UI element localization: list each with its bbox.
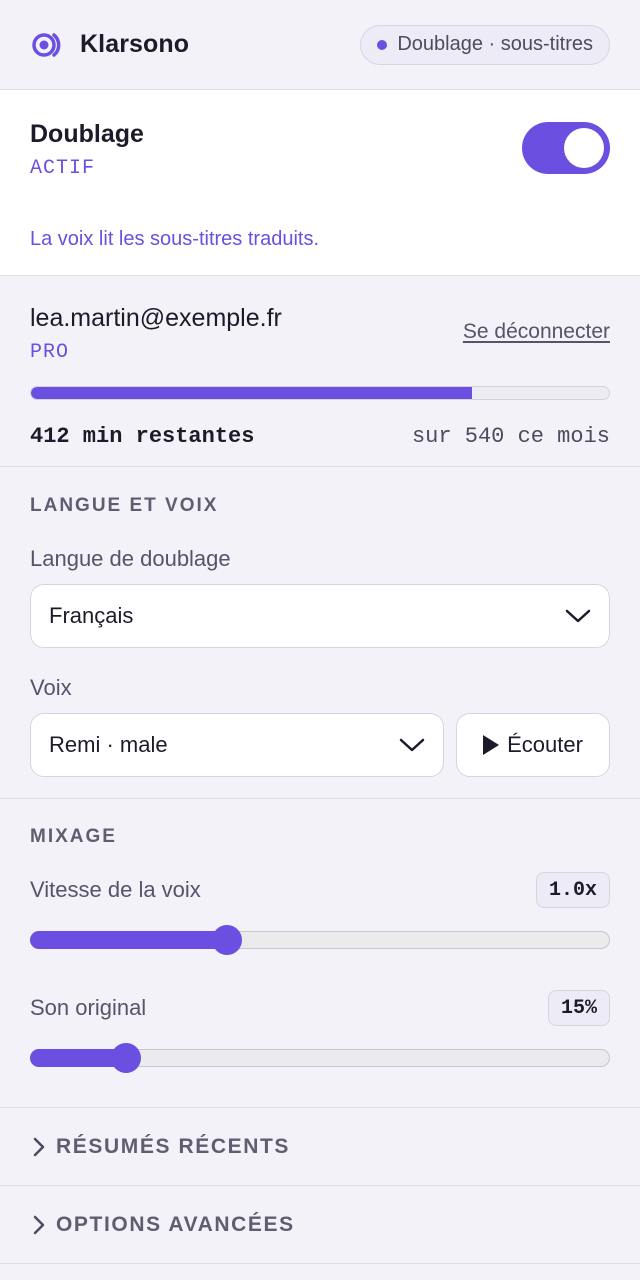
original-sound-value-badge: 15% — [547, 990, 610, 1026]
account-section: lea.martin@exemple.fr PRO Se déconnecter… — [0, 276, 640, 467]
chevron-right-icon — [33, 1215, 45, 1234]
recent-summaries-label: RÉSUMÉS RÉCENTS — [56, 1134, 291, 1158]
speed-label: Vitesse de la voix — [30, 877, 201, 902]
minutes-remaining: 412 min restantes — [30, 424, 255, 449]
mix-section: MIXAGE Vitesse de la voix 1.0x Son origi… — [0, 799, 640, 1108]
advanced-options-toggle[interactable]: OPTIONS AVANCÉES — [0, 1186, 640, 1264]
original-sound-label: Son original — [30, 995, 147, 1020]
status-badge: Doublage · sous-titres — [360, 24, 610, 65]
voice-select[interactable]: Remi · male — [30, 713, 444, 777]
original-sound-slider-thumb[interactable] — [110, 1043, 141, 1073]
status-label: Doublage · sous-titres — [397, 33, 593, 55]
toggle-knob — [564, 128, 604, 168]
original-sound-slider[interactable] — [30, 1043, 610, 1073]
minutes-progress-fill — [31, 387, 472, 399]
language-select[interactable]: Français — [30, 584, 610, 648]
dubbing-toggle[interactable] — [522, 122, 610, 174]
play-icon — [483, 735, 500, 755]
speed-slider[interactable] — [30, 925, 610, 955]
minutes-progress-bar — [30, 386, 610, 400]
chevron-down-icon — [565, 609, 591, 623]
language-label: Langue de doublage — [30, 546, 231, 571]
dubbing-description: La voix lit les sous-titres traduits. — [30, 228, 319, 250]
language-value: Français — [49, 603, 134, 628]
status-dot-icon — [377, 39, 388, 50]
dubbing-card: Doublage ACTIF La voix lit les sous-titr… — [0, 90, 640, 276]
logout-link[interactable]: Se déconnecter — [463, 320, 610, 344]
app-name: Klarsono — [80, 30, 190, 58]
listen-button[interactable]: Écouter — [456, 713, 610, 777]
voice-value: Remi · male — [49, 732, 168, 757]
section-title-mix: MIXAGE — [30, 826, 117, 847]
minutes-total: sur 540 ce mois — [411, 424, 610, 449]
account-plan: PRO — [30, 341, 70, 364]
slider-fill — [30, 931, 228, 949]
section-title-language-voice: LANGUE ET VOIX — [30, 495, 219, 516]
speed-slider-thumb[interactable] — [212, 925, 243, 955]
target-icon — [32, 32, 61, 57]
brand: Klarsono — [30, 29, 189, 61]
chevron-right-icon — [33, 1137, 45, 1156]
speed-value-badge: 1.0x — [535, 872, 610, 908]
advanced-options-label: OPTIONS AVANCÉES — [56, 1212, 295, 1236]
app-header: Klarsono Doublage · sous-titres — [0, 0, 640, 90]
language-voice-section: LANGUE ET VOIX Langue de doublage França… — [0, 467, 640, 799]
dubbing-state: ACTIF — [30, 157, 96, 180]
chevron-down-icon — [399, 738, 425, 752]
voice-label: Voix — [30, 675, 72, 700]
listen-label: Écouter — [507, 732, 583, 757]
recent-summaries-toggle[interactable]: RÉSUMÉS RÉCENTS — [0, 1108, 640, 1186]
